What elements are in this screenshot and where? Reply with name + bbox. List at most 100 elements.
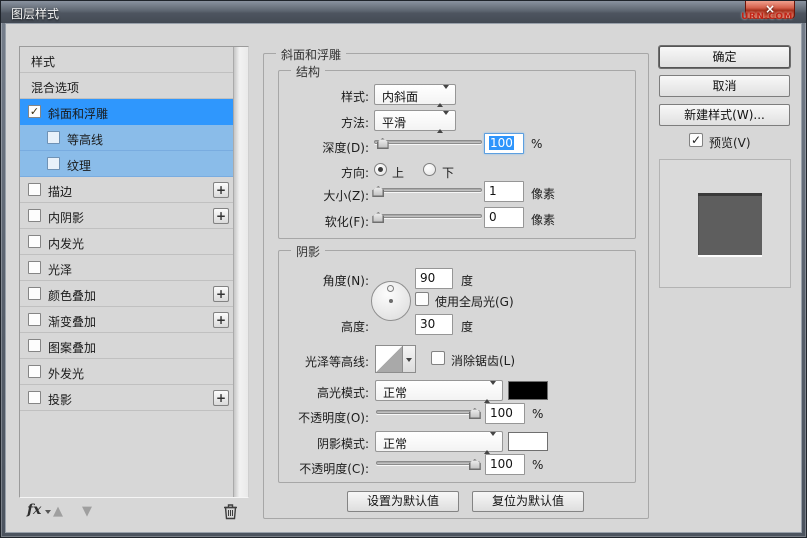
watermark: URN.COM xyxy=(741,12,793,22)
checkbox-checked[interactable]: ✓ xyxy=(28,105,41,118)
set-default-button[interactable]: 设置为默认值 xyxy=(347,491,459,512)
angle-dial-handle[interactable] xyxy=(387,285,394,292)
depth-label: 深度(D): xyxy=(287,139,369,156)
highlight-mode-dropdown[interactable]: 正常 xyxy=(375,380,503,401)
sidebar-item-styles[interactable]: 样式 xyxy=(20,47,233,73)
direction-down-radio[interactable] xyxy=(423,163,436,176)
preview-square xyxy=(698,193,762,255)
sidebar-item-bevel-emboss[interactable]: ✓ 斜面和浮雕 xyxy=(20,99,233,125)
size-field[interactable]: 1 xyxy=(484,181,524,202)
delete-effect-icon[interactable] xyxy=(223,503,238,523)
angle-label: 角度(N): xyxy=(287,272,369,289)
highlight-color-swatch[interactable] xyxy=(508,381,548,400)
gloss-contour-dropdown-icon[interactable] xyxy=(403,345,416,373)
dialog-body: 样式 混合选项 ✓ 斜面和浮雕 等高线 纹理 描边 + xyxy=(5,23,802,533)
sidebar-item-pattern-overlay[interactable]: 图案叠加 xyxy=(20,333,233,359)
sidebar-item-outer-glow[interactable]: 外发光 xyxy=(20,359,233,385)
ok-button[interactable]: 确定 xyxy=(659,46,790,68)
preview-panel xyxy=(659,159,791,288)
move-up-icon[interactable]: ▲ xyxy=(53,504,63,519)
altitude-label: 高度: xyxy=(287,318,369,335)
size-unit: 像素 xyxy=(531,185,555,202)
sidebar-item-inner-shadow[interactable]: 内阴影 + xyxy=(20,203,233,229)
checkbox-unchecked[interactable] xyxy=(47,157,60,170)
sidebar-item-inner-glow[interactable]: 内发光 xyxy=(20,229,233,255)
size-label: 大小(Z): xyxy=(287,187,369,204)
soften-label: 软化(F): xyxy=(287,213,369,230)
sidebar-item-drop-shadow[interactable]: 投影 + xyxy=(20,385,233,411)
soften-unit: 像素 xyxy=(531,211,555,228)
add-instance-button[interactable]: + xyxy=(213,390,229,406)
gloss-contour-label: 光泽等高线: xyxy=(287,353,369,370)
checkbox-unchecked[interactable] xyxy=(47,131,60,144)
move-down-icon[interactable]: ▼ xyxy=(82,504,92,519)
use-global-light-checkbox[interactable] xyxy=(415,292,429,306)
sidebar-item-gradient-overlay[interactable]: 渐变叠加 + xyxy=(20,307,233,333)
shadow-mode-dropdown[interactable]: 正常 xyxy=(375,431,503,452)
shadow-opacity-field[interactable]: 100 xyxy=(485,454,525,475)
soften-field[interactable]: 0 xyxy=(484,207,524,228)
highlight-opacity-slider[interactable] xyxy=(376,407,480,419)
combo-arrows-icon xyxy=(437,115,449,129)
depth-unit: % xyxy=(531,137,542,151)
preview-label: 预览(V) xyxy=(709,134,751,151)
shadow-opacity-slider[interactable] xyxy=(376,458,480,470)
depth-slider[interactable] xyxy=(374,137,482,149)
altitude-field[interactable]: 30 xyxy=(415,314,453,335)
structure-title: 结构 xyxy=(291,63,325,80)
cancel-button[interactable]: 取消 xyxy=(659,75,790,97)
reset-default-button[interactable]: 复位为默认值 xyxy=(472,491,584,512)
checkbox-unchecked[interactable] xyxy=(28,391,41,404)
shadow-color-swatch[interactable] xyxy=(508,432,548,451)
shadow-opacity-unit: % xyxy=(532,458,543,472)
list-scrollbar[interactable] xyxy=(233,47,248,497)
window-title: 图层样式 xyxy=(11,5,59,22)
antialias-checkbox[interactable] xyxy=(431,351,445,365)
direction-label: 方向: xyxy=(287,164,369,181)
gloss-contour-thumbnail[interactable] xyxy=(375,345,403,373)
shadow-mode-label: 阴影模式: xyxy=(287,435,369,452)
checkbox-unchecked[interactable] xyxy=(28,235,41,248)
combo-arrows-icon xyxy=(484,385,496,399)
combo-arrows-icon xyxy=(484,436,496,450)
checkbox-unchecked[interactable] xyxy=(28,339,41,352)
highlight-opacity-field[interactable]: 100 xyxy=(485,403,525,424)
angle-dial[interactable] xyxy=(371,281,411,321)
fx-menu-icon[interactable]: fx xyxy=(27,502,41,518)
method-dropdown[interactable]: 平滑 xyxy=(374,110,456,131)
sidebar-item-stroke[interactable]: 描边 + xyxy=(20,177,233,203)
highlight-opacity-label: 不透明度(O): xyxy=(287,409,369,426)
sidebar-item-satin[interactable]: 光泽 xyxy=(20,255,233,281)
direction-up-radio[interactable] xyxy=(374,163,387,176)
checkbox-unchecked[interactable] xyxy=(28,313,41,326)
altitude-unit: 度 xyxy=(461,318,473,335)
titlebar[interactable]: 图层样式 xyxy=(1,1,806,23)
fx-menu-caret-icon[interactable] xyxy=(45,510,51,514)
checkbox-unchecked[interactable] xyxy=(28,261,41,274)
checkbox-unchecked[interactable] xyxy=(28,365,41,378)
sidebar-item-color-overlay[interactable]: 颜色叠加 + xyxy=(20,281,233,307)
size-slider[interactable] xyxy=(374,185,482,197)
checkbox-unchecked[interactable] xyxy=(28,183,41,196)
style-dropdown[interactable]: 内斜面 xyxy=(374,84,456,105)
structure-group: 结构 样式: 内斜面 方法: 平滑 深度(D): 100 % 方向: xyxy=(278,70,636,239)
sidebar-item-blending-options[interactable]: 混合选项 xyxy=(20,73,233,99)
sidebar-item-contour[interactable]: 等高线 xyxy=(20,125,233,151)
add-instance-button[interactable]: + xyxy=(213,286,229,302)
preview-checkbox[interactable]: ✓ xyxy=(689,133,703,147)
shading-group: 阴影 角度(N): 90 度 使用全局光(G) 高度: 30 度 光泽等高线: … xyxy=(278,250,636,483)
checkbox-unchecked[interactable] xyxy=(28,287,41,300)
new-style-button[interactable]: 新建样式(W)... xyxy=(659,104,790,126)
angle-unit: 度 xyxy=(461,272,473,289)
soften-slider[interactable] xyxy=(374,211,482,223)
checkbox-unchecked[interactable] xyxy=(28,209,41,222)
sidebar-item-texture[interactable]: 纹理 xyxy=(20,151,233,177)
add-instance-button[interactable]: + xyxy=(213,208,229,224)
add-instance-button[interactable]: + xyxy=(213,312,229,328)
depth-field[interactable]: 100 xyxy=(484,133,524,154)
highlight-mode-label: 高光模式: xyxy=(287,384,369,401)
angle-field[interactable]: 90 xyxy=(415,268,453,289)
add-instance-button[interactable]: + xyxy=(213,182,229,198)
shading-title: 阴影 xyxy=(291,243,325,260)
bevel-emboss-panel: 斜面和浮雕 结构 样式: 内斜面 方法: 平滑 深度(D): 100 xyxy=(263,53,649,519)
